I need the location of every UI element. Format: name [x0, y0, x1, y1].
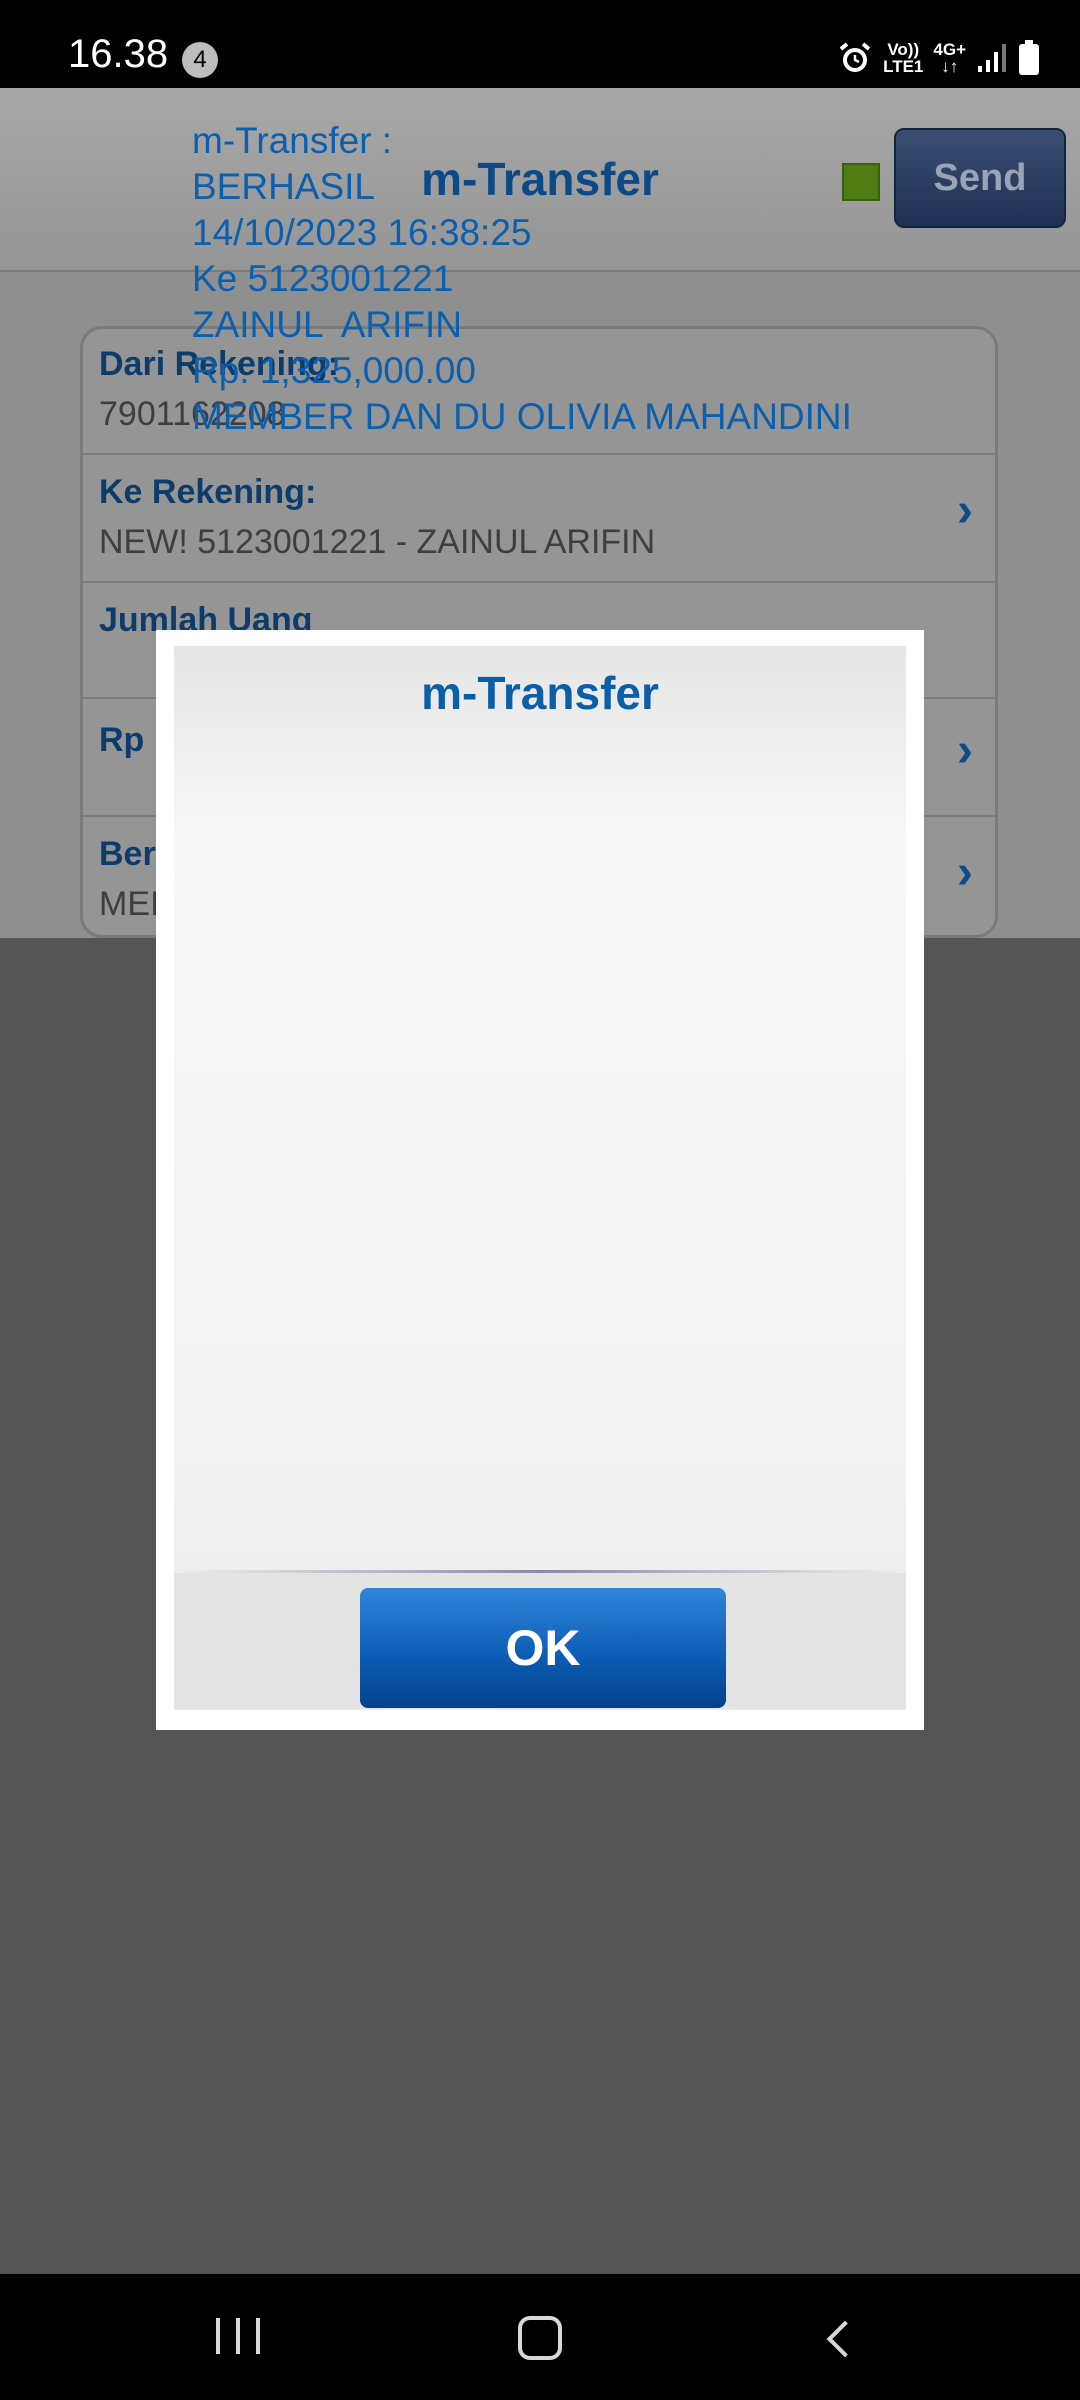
message-line: ZAINUL ARIFIN	[192, 304, 463, 345]
destination-account-label: Ke Rekening:	[99, 473, 317, 511]
signal-icon	[978, 44, 1006, 72]
notification-count-badge: 4	[182, 42, 218, 78]
back-button[interactable]	[826, 2320, 864, 2358]
status-time: 16.38	[68, 32, 169, 76]
description-value: MEI	[99, 885, 160, 923]
alarm-icon	[839, 42, 871, 72]
message-line: MEMBER DAN DU OLIVIA MAHANDINI	[192, 396, 852, 437]
dialog-title: m-Transfer	[421, 667, 659, 719]
message-line: 14/10/2023 16:38:25	[192, 212, 532, 253]
status-icons: Vo)) LTE1 4G+ ↓↑	[837, 38, 1040, 78]
form-row-destination-account[interactable]: Ke Rekening: NEW! 5123001221 - ZAINUL AR…	[83, 453, 995, 583]
home-button[interactable]	[518, 2316, 562, 2360]
ok-button[interactable]: OK	[360, 1588, 726, 1708]
description-label: Ber	[99, 835, 156, 873]
message-line: Rp. 1,325,000.00	[192, 350, 476, 391]
network-type: 4G+ ↓↑	[933, 40, 966, 76]
chevron-right-icon: ›	[957, 724, 973, 777]
dialog-divider	[174, 1570, 906, 1573]
message-line: Ke 5123001221	[192, 258, 454, 299]
chevron-right-icon: ›	[957, 846, 973, 899]
message-line: m-Transfer :	[192, 120, 393, 161]
battery-icon	[1019, 40, 1039, 75]
recent-apps-button[interactable]	[216, 2318, 260, 2354]
send-button[interactable]: Send	[894, 128, 1066, 228]
message-line: BERHASIL	[192, 166, 376, 207]
destination-account-value: NEW! 5123001221 - ZAINUL ARIFIN	[99, 523, 656, 561]
result-dialog: m-Transfer	[156, 630, 924, 1730]
dialog-message: m-Transfer : BERHASIL 14/10/2023 16:38:2…	[192, 118, 902, 440]
amount-currency-label: Rp	[99, 721, 145, 759]
status-bar: 16.38 4 Vo)) LTE1 4G+ ↓↑	[0, 0, 1080, 88]
dialog-body: m-Transfer	[174, 646, 906, 1710]
chevron-right-icon: ›	[957, 484, 973, 537]
navigation-bar	[0, 2274, 1080, 2400]
volte-label: Vo)) LTE1	[883, 40, 924, 76]
